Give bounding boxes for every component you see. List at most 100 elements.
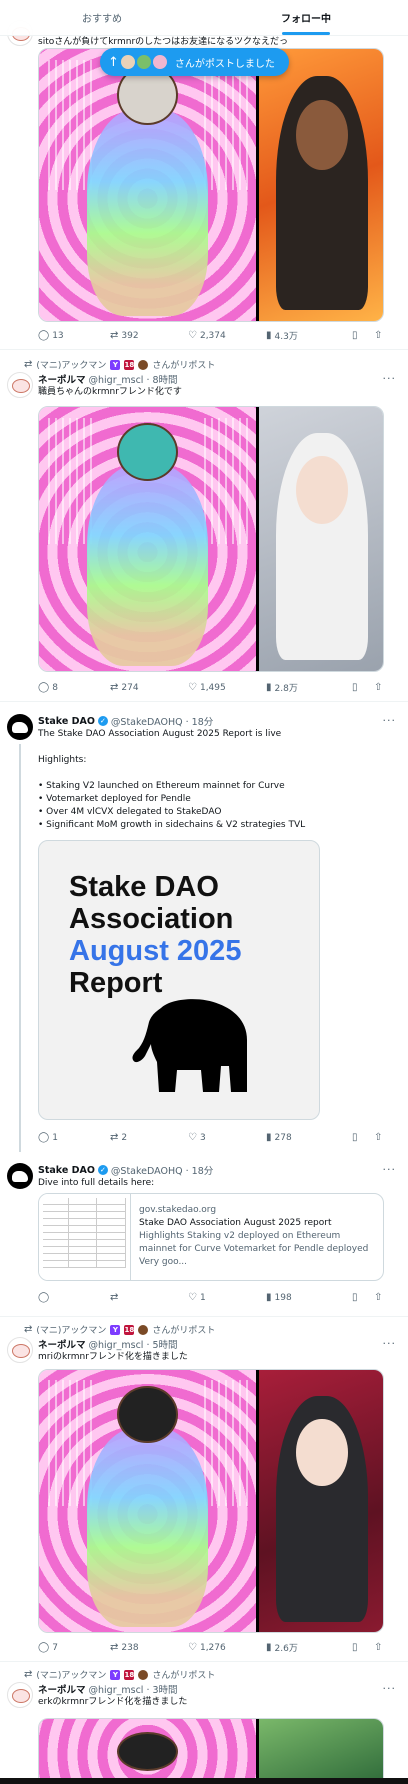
views-button[interactable]: ▮ 2.8万 xyxy=(266,681,352,694)
post[interactable]: Stake DAO ✓ @StakeDAOHQ · 18分 ··· The St… xyxy=(0,702,408,1157)
tab-following[interactable]: フォロー中 xyxy=(204,0,408,35)
post-image[interactable] xyxy=(38,406,384,672)
views-button[interactable]: ▮ 4.3万 xyxy=(266,329,352,342)
repost-button[interactable]: ⇄ 392 xyxy=(110,330,188,341)
more-icon[interactable]: ··· xyxy=(383,1337,397,1350)
bookmark-button[interactable]: ▯ xyxy=(352,330,374,341)
badge-icon: Y xyxy=(110,1324,121,1335)
post-actions: ◯ 8 ⇄ 274 ♡ 1,495 ▮ 2.8万 ▯ ⇧ xyxy=(38,681,398,694)
post-image[interactable] xyxy=(38,1718,384,1784)
character-figure xyxy=(86,465,209,666)
share-button[interactable]: ⇧ xyxy=(374,330,394,341)
repost-icon: ⇄ xyxy=(24,1324,33,1335)
verified-icon: ✓ xyxy=(97,716,108,726)
reposter-name[interactable]: (マニ)アックマン xyxy=(36,1323,106,1336)
reply-button[interactable]: ◯ 8 xyxy=(38,682,110,693)
bookmark-button[interactable]: ▯ xyxy=(352,1642,374,1653)
post-text: 職員ちゃんのkrmnrフレンド化です xyxy=(38,387,182,397)
author-name[interactable]: Stake DAO xyxy=(38,716,95,727)
link-card[interactable]: gov.stakedao.org Stake DAO Association A… xyxy=(38,1193,384,1281)
illustration-panel xyxy=(39,1719,256,1784)
link-thumbnail xyxy=(39,1194,131,1280)
illustration-panel xyxy=(255,407,383,671)
badge-icon xyxy=(138,1324,149,1335)
like-button[interactable]: ♡ 1,276 xyxy=(188,1642,266,1653)
post-image[interactable] xyxy=(38,48,384,322)
more-icon[interactable]: ··· xyxy=(383,714,397,727)
card-line: August 2025 xyxy=(69,935,242,967)
views-button[interactable]: ▮ 278 xyxy=(266,1132,352,1143)
author-name[interactable]: ネーポルマ xyxy=(38,372,86,386)
avatar[interactable] xyxy=(7,1163,33,1189)
heart-icon: ♡ xyxy=(188,682,197,693)
share-button[interactable]: ⇧ xyxy=(374,1132,394,1143)
reposter-name[interactable]: (マニ)アックマン xyxy=(36,358,106,371)
reply-button[interactable]: ◯ 7 xyxy=(38,1642,110,1653)
reply-button[interactable]: ◯ 1 xyxy=(38,1132,110,1143)
avatar[interactable] xyxy=(7,1682,33,1708)
badge-icon: 18 xyxy=(124,359,135,370)
share-icon: ⇧ xyxy=(374,330,383,341)
timeline-tabs: おすすめ フォロー中 xyxy=(0,0,408,36)
repost-button[interactable]: ⇄ xyxy=(110,1292,188,1303)
reply-button[interactable]: ◯ xyxy=(38,1292,110,1303)
avatar[interactable] xyxy=(7,714,33,740)
share-button[interactable]: ⇧ xyxy=(374,1642,394,1653)
repost-button[interactable]: ⇄ 274 xyxy=(110,682,188,693)
like-button[interactable]: ♡ 2,374 xyxy=(188,330,266,341)
badge-icon: Y xyxy=(110,359,121,370)
bookmark-button[interactable]: ▯ xyxy=(352,1132,374,1143)
character-face xyxy=(296,1418,348,1487)
author-handle[interactable]: @StakeDAOHQ · 18分 xyxy=(111,1163,213,1177)
avatar[interactable] xyxy=(7,372,33,398)
character-figure xyxy=(276,1396,369,1622)
more-icon[interactable]: ··· xyxy=(383,1682,397,1695)
view-count: 198 xyxy=(274,1292,292,1303)
share-icon: ⇧ xyxy=(374,1292,383,1303)
character-face xyxy=(296,99,348,170)
bookmark-button[interactable]: ▯ xyxy=(352,682,374,693)
repost-button[interactable]: ⇄ 238 xyxy=(110,1642,188,1653)
author-name[interactable]: ネーポルマ xyxy=(38,1682,86,1696)
post-image[interactable]: Stake DAO Association August 2025 Report xyxy=(38,840,320,1120)
author-handle[interactable]: @higr_mscl · 3時間 xyxy=(89,1682,178,1696)
share-icon: ⇧ xyxy=(374,1642,383,1653)
bookmark-button[interactable]: ▯ xyxy=(352,1292,374,1303)
more-icon[interactable]: ··· xyxy=(383,372,397,385)
views-button[interactable]: ▮ 198 xyxy=(266,1292,352,1303)
share-button[interactable]: ⇧ xyxy=(374,682,394,693)
author-handle[interactable]: @StakeDAOHQ · 18分 xyxy=(111,714,213,728)
new-posts-pill[interactable]: ↑ さんがポストしました xyxy=(100,48,289,76)
more-icon[interactable]: ··· xyxy=(383,1163,397,1176)
views-button[interactable]: ▮ 2.6万 xyxy=(266,1641,352,1654)
post-header: ネーポルマ @higr_mscl · 3時間 xyxy=(38,1682,178,1696)
like-count: 2,374 xyxy=(199,330,226,341)
author-handle[interactable]: @higr_mscl · 8時間 xyxy=(89,372,178,386)
repost-count: 238 xyxy=(121,1642,139,1653)
repost-button[interactable]: ⇄ 2 xyxy=(110,1132,188,1143)
views-icon: ▮ xyxy=(266,1132,272,1143)
author-name[interactable]: ネーポルマ xyxy=(38,1337,86,1351)
reply-button[interactable]: ◯ 13 xyxy=(38,330,110,341)
illustration-panel xyxy=(255,1370,383,1632)
illustration-panel xyxy=(39,49,256,321)
like-button[interactable]: ♡ 1 xyxy=(188,1292,266,1303)
like-button[interactable]: ♡ 1,495 xyxy=(188,682,266,693)
avatar[interactable] xyxy=(7,1337,33,1363)
post[interactable]: Stake DAO ✓ @StakeDAOHQ · 18分 ··· Dive i… xyxy=(0,1157,408,1317)
heart-icon: ♡ xyxy=(188,1642,197,1653)
tab-recommended[interactable]: おすすめ xyxy=(0,0,204,35)
share-button[interactable]: ⇧ xyxy=(374,1292,394,1303)
post-image[interactable] xyxy=(38,1369,384,1633)
like-button[interactable]: ♡ 3 xyxy=(188,1132,266,1143)
post-actions: ◯ 7 ⇄ 238 ♡ 1,276 ▮ 2.6万 ▯ ⇧ xyxy=(38,1641,398,1654)
author-name[interactable]: Stake DAO xyxy=(38,1165,95,1176)
reposter-name[interactable]: (マニ)アックマン xyxy=(36,1668,106,1681)
repost-indicator: ⇄ (マニ)アックマン Y 18 さんがリポスト xyxy=(24,1668,215,1681)
post[interactable]: ⇄ (マニ)アックマン Y 18 さんがリポスト ネーポルマ @higr_msc… xyxy=(0,1317,408,1662)
tab-label: おすすめ xyxy=(82,14,122,25)
author-handle[interactable]: @higr_mscl · 5時間 xyxy=(89,1337,178,1351)
post[interactable]: ⇄ (マニ)アックマン Y 18 さんがリポスト ネーポルマ @higr_msc… xyxy=(0,350,408,702)
heart-icon: ♡ xyxy=(188,330,197,341)
views-icon: ▮ xyxy=(266,682,272,693)
